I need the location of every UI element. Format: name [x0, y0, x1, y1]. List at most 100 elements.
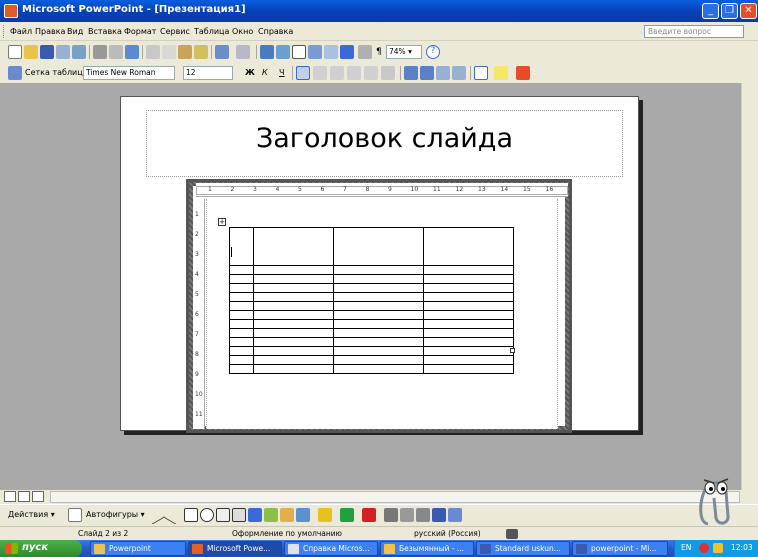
shadow-style-icon[interactable] — [432, 508, 446, 522]
arrow-tool-icon[interactable] — [163, 505, 183, 525]
language-bar[interactable]: EN — [681, 543, 691, 552]
restore-button[interactable]: ❐ — [721, 3, 738, 19]
align-center-icon[interactable] — [313, 66, 327, 80]
table-grid-style[interactable]: Сетка таблицы — [25, 68, 89, 77]
close-button[interactable]: ✕ — [740, 3, 757, 19]
table-cell[interactable] — [333, 301, 424, 311]
table-cell[interactable] — [423, 319, 514, 329]
help-question-input[interactable]: Введите вопрос — [644, 25, 744, 38]
table-cell[interactable] — [333, 328, 424, 338]
redo-icon[interactable] — [236, 45, 250, 59]
open-folder-icon[interactable] — [24, 45, 38, 59]
horizontal-ruler[interactable]: 1 2 3 4 5 6 7 8 9 10 11 12 13 14 15 16 — [196, 183, 568, 197]
table-cell[interactable] — [333, 337, 424, 347]
decrease-indent-icon[interactable] — [436, 66, 450, 80]
font-color-icon[interactable] — [516, 66, 530, 80]
table-cell[interactable] — [333, 310, 424, 320]
table-cell[interactable] — [253, 310, 334, 320]
help-icon[interactable]: ? — [426, 45, 440, 59]
tables-borders-icon[interactable] — [276, 45, 290, 59]
slide-sorter-view-icon[interactable] — [18, 491, 30, 502]
table-cell[interactable] — [423, 292, 514, 302]
hyperlink-icon[interactable] — [260, 45, 274, 59]
zoom-combo[interactable]: 74% ▾ — [386, 45, 422, 59]
vertical-scrollbar[interactable] — [741, 83, 758, 490]
distributed-icon[interactable] — [364, 66, 378, 80]
table-cell[interactable] — [423, 355, 514, 365]
table-cell[interactable] — [333, 355, 424, 365]
actions-menu[interactable]: Действия ▾ — [8, 510, 55, 519]
table-cell[interactable] — [423, 328, 514, 338]
table-cell[interactable] — [253, 319, 334, 329]
table-cell[interactable] — [253, 301, 334, 311]
line-style-icon[interactable] — [384, 508, 398, 522]
table-row[interactable] — [229, 283, 514, 293]
slide-title[interactable]: Заголовок слайда — [146, 123, 623, 154]
select-pointer-icon[interactable] — [68, 508, 82, 522]
table-cell[interactable] — [253, 292, 334, 302]
align-left-icon[interactable] — [296, 66, 310, 80]
slide-show-view-icon[interactable] — [32, 491, 44, 502]
table-move-handle-icon[interactable]: + — [218, 218, 226, 226]
font-name-combo[interactable]: Times New Roman — [83, 66, 175, 80]
bullets-icon[interactable] — [420, 66, 434, 80]
normal-view-icon[interactable] — [4, 491, 16, 502]
new-slide-icon[interactable] — [324, 45, 338, 59]
table-cell[interactable] — [229, 283, 254, 293]
table-cell[interactable] — [229, 319, 254, 329]
taskbar-item[interactable]: Powerpoint — [90, 541, 186, 556]
align-right-icon[interactable] — [330, 66, 344, 80]
clipart-icon[interactable] — [280, 508, 294, 522]
table-row[interactable] — [229, 227, 514, 266]
table-row[interactable] — [229, 346, 514, 356]
spelling-icon[interactable] — [125, 45, 139, 59]
table-cell[interactable] — [229, 355, 254, 365]
menu-window[interactable]: Окно — [232, 27, 253, 36]
horizontal-scrollbar[interactable] — [50, 491, 740, 503]
table-cell[interactable] — [333, 346, 424, 356]
table-cell[interactable] — [229, 274, 254, 284]
autoshapes-menu[interactable]: Автофигуры ▾ — [86, 510, 145, 519]
copy-icon[interactable] — [162, 45, 176, 59]
table-cell[interactable] — [423, 265, 514, 275]
table-cell[interactable] — [333, 292, 424, 302]
underline-button[interactable]: Ч — [279, 68, 284, 77]
numbering-icon[interactable] — [404, 66, 418, 80]
draw-font-color-icon[interactable] — [362, 508, 376, 522]
table-row[interactable] — [229, 364, 514, 374]
table-cell[interactable] — [229, 292, 254, 302]
line-tool-icon[interactable] — [145, 505, 165, 525]
menu-view[interactable]: Вид — [67, 27, 83, 36]
table-cell[interactable] — [423, 301, 514, 311]
save-icon[interactable] — [40, 45, 54, 59]
cut-icon[interactable] — [146, 45, 160, 59]
table-cell[interactable] — [423, 346, 514, 356]
table-row[interactable] — [229, 337, 514, 347]
print-preview-icon[interactable] — [109, 45, 123, 59]
menu-insert[interactable]: Вставка — [88, 27, 122, 36]
table-cell[interactable] — [229, 310, 254, 320]
table-cell[interactable] — [253, 283, 334, 293]
table-row[interactable] — [229, 319, 514, 329]
format-painter-icon[interactable] — [194, 45, 208, 59]
fill-color-icon[interactable] — [318, 508, 332, 522]
new-document-icon[interactable] — [8, 45, 22, 59]
menu-table[interactable]: Таблица — [194, 27, 229, 36]
arrow-style-icon[interactable] — [416, 508, 430, 522]
word-table[interactable] — [229, 227, 514, 374]
table-cell[interactable] — [229, 227, 254, 266]
menu-edit[interactable]: Правка — [35, 27, 65, 36]
vertical-textbox-icon[interactable] — [232, 508, 246, 522]
table-cell[interactable] — [229, 301, 254, 311]
table-cell[interactable] — [423, 274, 514, 284]
insert-table-icon[interactable] — [292, 45, 306, 59]
table-cell[interactable] — [253, 265, 334, 275]
table-cell[interactable] — [423, 364, 514, 374]
picture-icon[interactable] — [296, 508, 310, 522]
taskbar-item[interactable]: Standard uskun... — [476, 541, 570, 556]
undo-icon[interactable] — [215, 45, 229, 59]
table-cell[interactable] — [229, 346, 254, 356]
borders-icon[interactable] — [474, 66, 488, 80]
minimize-button[interactable]: _ — [702, 3, 719, 19]
table-row[interactable] — [229, 355, 514, 365]
